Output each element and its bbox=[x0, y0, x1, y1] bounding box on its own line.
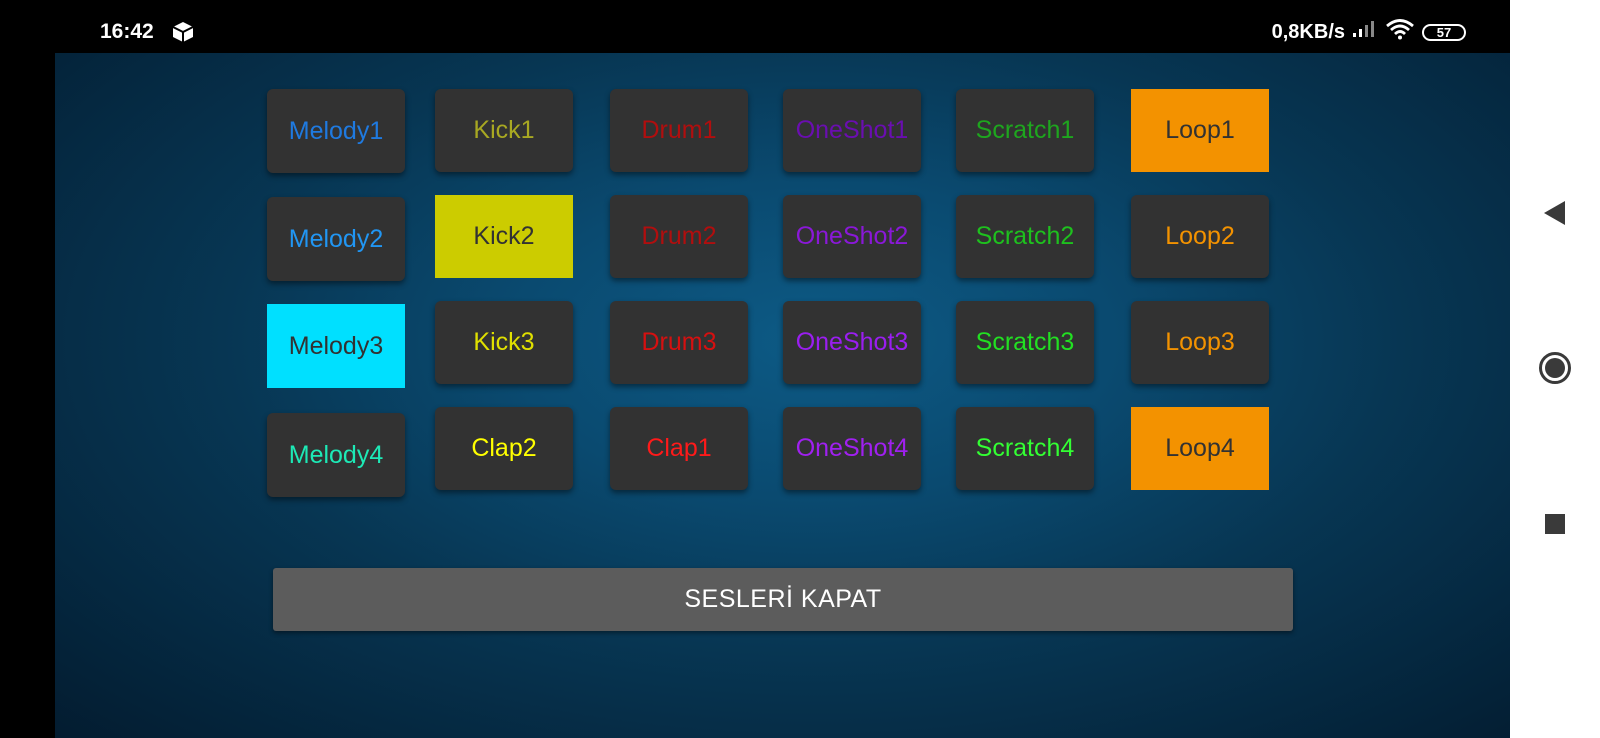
navigation-bar bbox=[1510, 0, 1600, 738]
pad-clap2-button[interactable]: Clap2 bbox=[435, 407, 573, 490]
pad-oneshot2-button[interactable]: OneShot2 bbox=[783, 195, 921, 278]
status-indicators: 0,8KB/s 57 bbox=[1272, 18, 1466, 46]
pad-kick3-button[interactable]: Kick3 bbox=[435, 301, 573, 384]
cellular-signal-icon bbox=[1352, 20, 1378, 44]
pad-scratch3-button[interactable]: Scratch3 bbox=[956, 301, 1094, 384]
pad-scratch2-button[interactable]: Scratch2 bbox=[956, 195, 1094, 278]
pad-oneshot4-button[interactable]: OneShot4 bbox=[783, 407, 921, 490]
pad-loop1-button[interactable]: Loop1 bbox=[1131, 89, 1269, 172]
pad-melody2-button[interactable]: Melody2 bbox=[267, 197, 405, 281]
pad-drum3-button[interactable]: Drum3 bbox=[610, 301, 748, 384]
pad-kick1-button[interactable]: Kick1 bbox=[435, 89, 573, 172]
left-inset-strip bbox=[0, 53, 55, 738]
recents-square-icon[interactable] bbox=[1510, 512, 1600, 536]
home-circle-icon[interactable] bbox=[1510, 351, 1600, 385]
pad-loop4-button[interactable]: Loop4 bbox=[1131, 407, 1269, 490]
pad-melody4-button[interactable]: Melody4 bbox=[267, 413, 405, 497]
back-triangle-icon[interactable] bbox=[1510, 198, 1600, 228]
pad-melody3-button[interactable]: Melody3 bbox=[267, 304, 405, 388]
pad-drum1-button[interactable]: Drum1 bbox=[610, 89, 748, 172]
pad-loop3-button[interactable]: Loop3 bbox=[1131, 301, 1269, 384]
package-icon bbox=[172, 21, 194, 43]
status-bar: 16:42 0,8KB/s 57 bbox=[0, 0, 1510, 53]
mute-all-button[interactable]: SESLERİ KAPAT bbox=[273, 568, 1293, 631]
pad-loop2-button[interactable]: Loop2 bbox=[1131, 195, 1269, 278]
battery-indicator: 57 bbox=[1422, 23, 1466, 41]
pad-scratch4-button[interactable]: Scratch4 bbox=[956, 407, 1094, 490]
pad-oneshot3-button[interactable]: OneShot3 bbox=[783, 301, 921, 384]
pad-drum2-button[interactable]: Drum2 bbox=[610, 195, 748, 278]
pad-melody1-button[interactable]: Melody1 bbox=[267, 89, 405, 173]
network-speed: 0,8KB/s bbox=[1271, 20, 1345, 43]
pad-scratch1-button[interactable]: Scratch1 bbox=[956, 89, 1094, 172]
pad-kick2-button[interactable]: Kick2 bbox=[435, 195, 573, 278]
status-time: 16:42 bbox=[100, 20, 154, 43]
soundboard-app: Melody1 Kick1 Drum1 OneShot1 Scratch1 Loop1 Me… bbox=[55, 53, 1510, 738]
pad-clap1-button[interactable]: Clap1 bbox=[610, 407, 748, 490]
wifi-icon bbox=[1385, 18, 1415, 46]
pad-oneshot1-button[interactable]: OneShot1 bbox=[783, 89, 921, 172]
